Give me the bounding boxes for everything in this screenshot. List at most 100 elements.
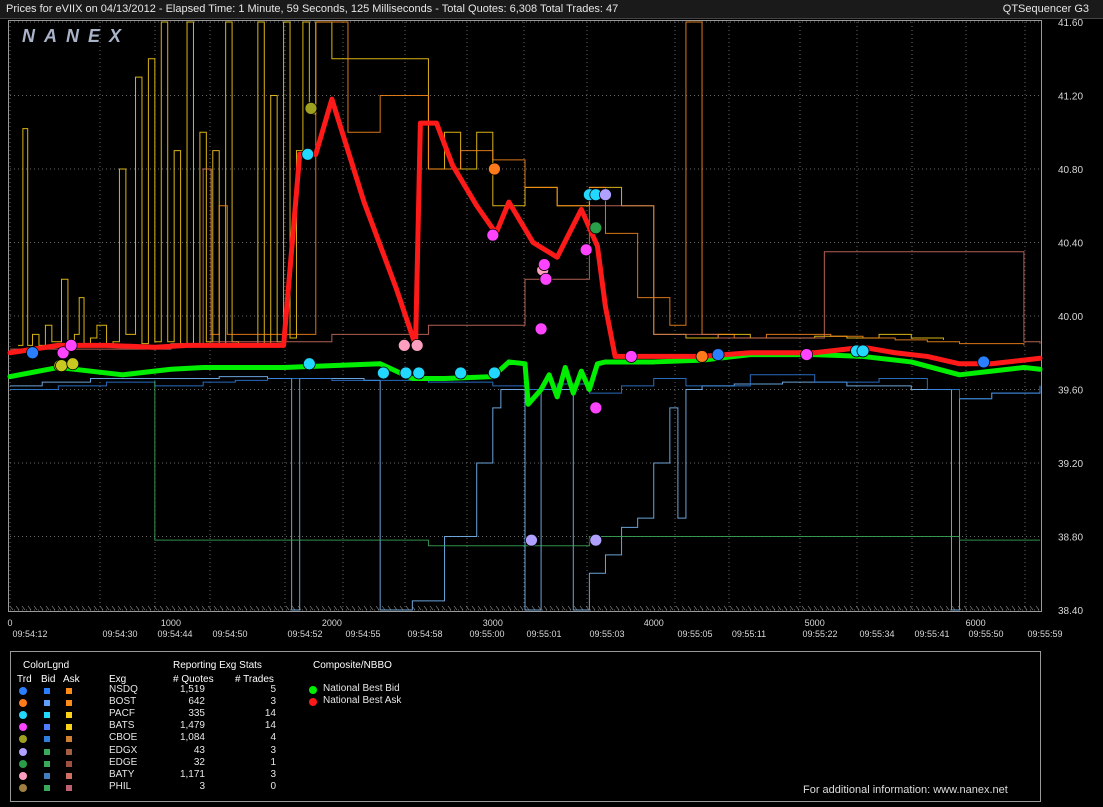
bottom-tick: [1005, 605, 1010, 611]
bottom-tick: [129, 605, 134, 611]
bottom-tick: [1029, 605, 1034, 611]
bottom-tick: [231, 605, 236, 611]
time-label: 09:54:55: [345, 629, 380, 639]
bottom-tick: [441, 605, 446, 611]
bottom-tick: [159, 605, 164, 611]
trade-marker: [856, 344, 870, 358]
bottom-tick: [699, 605, 704, 611]
bottom-tick: [279, 605, 284, 611]
bottom-tick: [879, 605, 884, 611]
bottom-tick: [789, 605, 794, 611]
bottom-tick: [741, 605, 746, 611]
bottom-tick: [213, 605, 218, 611]
bottom-tick: [981, 605, 986, 611]
bottom-tick: [363, 605, 368, 611]
y-tick-label: 38.40: [1058, 606, 1083, 617]
bottom-tick: [867, 605, 872, 611]
bottom-tick: [747, 605, 752, 611]
trade-marker: [486, 228, 500, 242]
trade-color-dot: [19, 687, 27, 695]
trade-count: 14: [264, 708, 276, 720]
bottom-tick: [39, 605, 44, 611]
trade-marker: [695, 350, 709, 363]
trade-marker: [55, 359, 68, 373]
nbbo-bid-label: National Best Bid: [323, 683, 400, 694]
bottom-tick: [825, 605, 830, 611]
bottom-tick: [567, 605, 572, 611]
exchange-quote-line: [203, 21, 1025, 346]
bottom-tick: [951, 605, 956, 611]
x-tick-label: 0: [7, 618, 12, 628]
y-tick-label: 41.60: [1058, 18, 1083, 29]
bottom-tick: [897, 605, 902, 611]
quote-count: 642: [188, 696, 205, 708]
bottom-tick: [615, 605, 620, 611]
bottom-tick: [417, 605, 422, 611]
trade-marker: [589, 533, 603, 547]
bottom-tick: [471, 605, 476, 611]
bottom-tick: [525, 605, 530, 611]
bottom-tick: [597, 605, 602, 611]
footer-info: For additional information: www.nanex.ne…: [803, 784, 1008, 796]
time-label: 09:55:00: [469, 629, 504, 639]
bottom-tick: [813, 605, 818, 611]
bottom-tick: [537, 605, 542, 611]
bottom-tick: [399, 605, 404, 611]
trade-marker: [301, 147, 315, 161]
bottom-tick: [519, 605, 524, 611]
time-label: 09:55:01: [526, 629, 561, 639]
trade-marker: [454, 366, 468, 380]
bottom-tick: [273, 605, 278, 611]
x-tick-label: 6000: [966, 618, 986, 628]
exchange-name: PACF: [109, 708, 135, 720]
exchange-name: BATY: [109, 768, 135, 780]
bid-color-swatch: [44, 700, 50, 707]
bottom-tick: [657, 605, 662, 611]
bottom-tick: [495, 605, 500, 611]
bottom-tick: [933, 605, 938, 611]
trade-marker: [66, 357, 80, 371]
bottom-tick: [189, 605, 194, 611]
exchange-name: EDGE: [109, 756, 138, 768]
nbbo-bid-swatch: [309, 686, 317, 694]
nbbo-ask-swatch: [309, 698, 317, 706]
ask-color-swatch: [66, 736, 72, 743]
bottom-tick: [219, 605, 224, 611]
bottom-tick: [75, 605, 80, 611]
trade-marker: [711, 348, 725, 361]
bottom-tick: [549, 605, 554, 611]
bottom-tick: [603, 605, 608, 611]
bottom-tick: [645, 605, 650, 611]
y-tick-label: 40.00: [1058, 312, 1083, 323]
nbbo-title: Composite/NBBO: [313, 660, 392, 671]
bottom-tick: [771, 605, 776, 611]
ask-color-swatch: [66, 772, 72, 779]
trade-marker: [304, 101, 318, 115]
quote-count: 3: [199, 780, 205, 792]
y-tick-label: 40.80: [1058, 165, 1083, 176]
time-label: 09:55:50: [968, 629, 1003, 639]
quote-count: 1,519: [179, 684, 205, 695]
bottom-tick: [507, 605, 512, 611]
nanex-watermark: NANEX: [22, 26, 130, 46]
bottom-tick: [489, 605, 494, 611]
y-tick-label: 39.60: [1058, 386, 1083, 397]
bottom-tick: [477, 605, 482, 611]
bottom-tick: [729, 605, 734, 611]
ask-color-swatch: [66, 700, 72, 707]
bottom-tick: [249, 605, 254, 611]
bottom-tick: [117, 605, 122, 611]
exchange-name: EDGX: [109, 744, 138, 756]
bottom-tick: [591, 605, 596, 611]
bottom-tick: [651, 605, 656, 611]
bottom-tick: [627, 605, 632, 611]
bottom-tick: [393, 605, 398, 611]
bottom-tick: [177, 605, 182, 611]
x-tick-label: 2000: [322, 618, 342, 628]
bottom-tick: [579, 605, 584, 611]
trade-count: 3: [270, 744, 276, 756]
bottom-tick: [69, 605, 74, 611]
bottom-tick: [33, 605, 38, 611]
bid-color-swatch: [44, 772, 50, 779]
col-trd: Trd: [17, 674, 32, 685]
